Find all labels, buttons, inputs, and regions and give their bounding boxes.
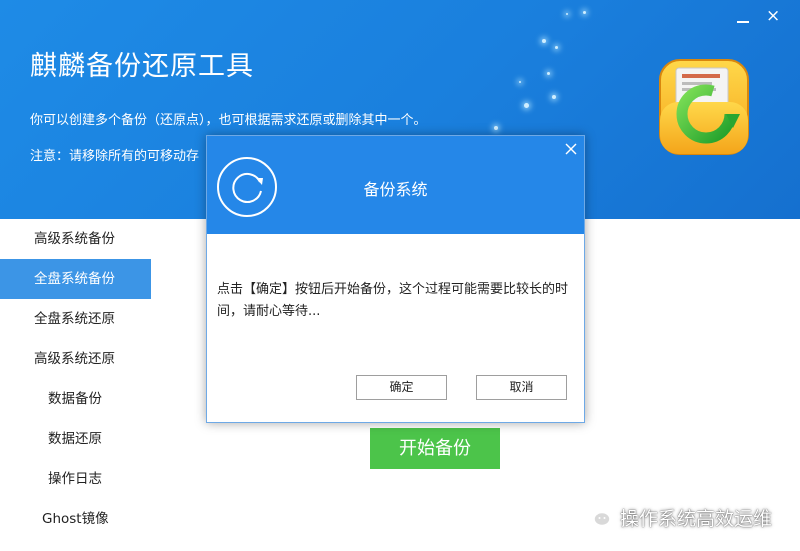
sparkle-decoration [494, 126, 498, 130]
dialog-title: 备份系统 [363, 180, 428, 199]
sidebar-item-ghost-image[interactable]: Ghost镜像 [0, 499, 151, 539]
backup-confirm-dialog: 备份系统 点击【确定】按钮后开始备份，这个过程可能需要比较长的时间，请耐心等待.… [206, 135, 585, 423]
dialog-message: 点击【确定】按钮后开始备份，这个过程可能需要比较长的时间，请耐心等待... [217, 282, 569, 319]
dialog-close-icon[interactable] [564, 142, 578, 156]
sparkle-decoration [555, 46, 558, 49]
app-title: 麒麟备份还原工具 [30, 51, 254, 82]
sparkle-decoration [524, 103, 529, 108]
sparkle-decoration [566, 13, 568, 15]
ok-button[interactable]: 确定 [356, 375, 447, 400]
cancel-button[interactable]: 取消 [476, 375, 567, 400]
sidebar-item-full-restore[interactable]: 全盘系统还原 [0, 299, 151, 339]
sparkle-decoration [519, 81, 521, 83]
minimize-icon[interactable] [736, 6, 750, 26]
sidebar-item-advanced-backup[interactable]: 高级系统备份 [0, 219, 151, 259]
app-description: 你可以创建多个备份（还原点），也可根据需求还原或删除其中一个。 [30, 113, 427, 128]
backup-restore-window: × 麒麟备份还原工具 你可以创建多个备份（还原点），也可根据需求还原或删除其中一… [0, 0, 800, 551]
window-close-icon[interactable]: × [766, 6, 780, 26]
sparkle-decoration [547, 72, 550, 75]
backup-restore-logo-icon [659, 59, 749, 155]
watermark-text: 操作系统高效运维 [620, 507, 773, 530]
wechat-icon [585, 506, 611, 527]
sidebar-item-full-backup[interactable]: 全盘系统备份 [0, 259, 151, 299]
sparkle-decoration [583, 11, 586, 14]
app-note: 注意：请移除所有的可移动存 [30, 149, 200, 164]
sidebar-item-advanced-restore[interactable]: 高级系统还原 [0, 339, 151, 379]
watermark: 操作系统高效运维 [584, 502, 772, 532]
sidebar-item-operation-log[interactable]: 操作日志 [0, 459, 151, 499]
sidebar-item-data-backup[interactable]: 数据备份 [0, 379, 151, 419]
sparkle-decoration [552, 95, 556, 99]
sparkle-decoration [542, 39, 546, 43]
dialog-header: 备份系统 [207, 136, 584, 234]
start-backup-button[interactable]: 开始备份 [370, 428, 500, 469]
sidebar-item-data-restore[interactable]: 数据还原 [0, 419, 151, 459]
